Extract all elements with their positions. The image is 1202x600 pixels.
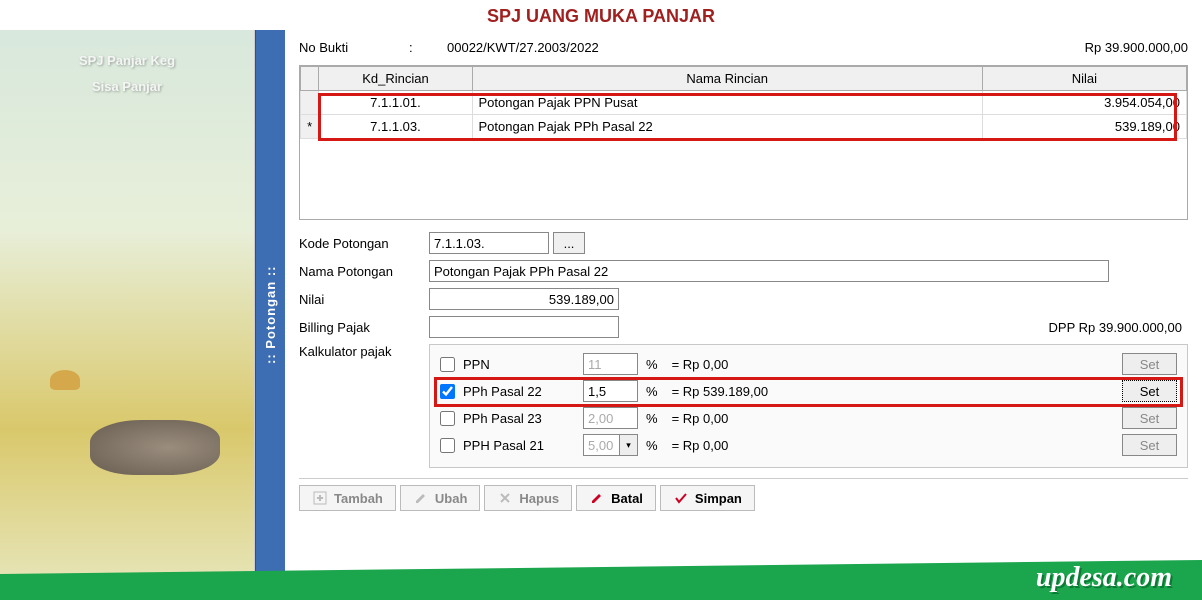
label-kode-potongan: Kode Potongan [299,236,429,251]
colon: : [409,40,429,55]
calc-row-pph23: PPh Pasal 23 % = Rp 0,00 Set [440,407,1177,429]
rate-pph21-input[interactable] [583,434,620,456]
batal-button[interactable]: Batal [576,485,656,511]
calc-row-pph21: PPH Pasal 21 ▾ % = Rp 0,00 Set [440,434,1177,456]
rate-ppn-input[interactable] [583,353,638,375]
checkbox-pph21[interactable] [440,438,455,453]
calc-row-ppn: PPN % = Rp 0,00 Set [440,353,1177,375]
percent-sign: % [646,357,658,372]
row-indicator: * [301,115,319,139]
rate-pph21-dropdown[interactable]: ▾ [620,434,638,456]
kalkulator-panel: PPN % = Rp 0,00 Set PPh Pasal 22 % = Rp … [429,344,1188,468]
decorative-illustration [30,340,224,480]
calc-result: = Rp 0,00 [672,411,862,426]
dpp-value: DPP Rp 39.900.000,00 [1049,320,1188,335]
label-kalkulator-pajak: Kalkulator pajak [299,344,429,468]
calc-name: PPh Pasal 23 [463,411,583,426]
col-indicator [301,67,319,91]
delete-icon [497,490,513,506]
cell-nama[interactable]: Potongan Pajak PPN Pusat [472,91,982,115]
cell-kd[interactable]: 7.1.1.01. [319,91,472,115]
percent-sign: % [646,438,658,453]
action-toolbar: Tambah Ubah Hapus Batal [299,478,1188,511]
kode-potongan-input[interactable] [429,232,549,254]
set-pph23-button[interactable]: Set [1122,407,1177,429]
checkbox-pph23[interactable] [440,411,455,426]
set-ppn-button[interactable]: Set [1122,353,1177,375]
ubah-button[interactable]: Ubah [400,485,481,511]
cell-nilai[interactable]: 3.954.054,00 [982,91,1186,115]
sidebar: SPJ Panjar Keg Sisa Panjar [0,30,255,600]
checkbox-pph22[interactable] [440,384,455,399]
calc-name: PPH Pasal 21 [463,438,583,453]
add-icon [312,490,328,506]
save-icon [673,490,689,506]
billing-pajak-input[interactable] [429,316,619,338]
col-kd-rincian[interactable]: Kd_Rincian [319,67,472,91]
potongan-grid[interactable]: Kd_Rincian Nama Rincian Nilai 7.1.1.01. … [299,65,1188,220]
cancel-icon [589,490,605,506]
percent-sign: % [646,384,658,399]
set-pph21-button[interactable]: Set [1122,434,1177,456]
calc-result: = Rp 0,00 [672,438,862,453]
cell-nilai[interactable]: 539.189,00 [982,115,1186,139]
calc-name: PPN [463,357,583,372]
cell-kd[interactable]: 7.1.1.03. [319,115,472,139]
sidebar-item-sisa[interactable]: Sisa Panjar [0,74,254,100]
calc-result: = Rp 539.189,00 [672,384,862,399]
checkbox-ppn[interactable] [440,357,455,372]
calc-row-pph22: PPh Pasal 22 % = Rp 539.189,00 Set [440,380,1177,402]
app-title: SPJ UANG MUKA PANJAR [0,0,1202,30]
calc-result: = Rp 0,00 [672,357,862,372]
col-nilai[interactable]: Nilai [982,67,1186,91]
label-billing-pajak: Billing Pajak [299,320,429,335]
calc-name: PPh Pasal 22 [463,384,583,399]
col-nama-rincian[interactable]: Nama Rincian [472,67,982,91]
table-row[interactable]: 7.1.1.01. Potongan Pajak PPN Pusat 3.954… [301,91,1187,115]
hapus-button[interactable]: Hapus [484,485,572,511]
percent-sign: % [646,411,658,426]
tambah-button[interactable]: Tambah [299,485,396,511]
sidebar-item-spj[interactable]: SPJ Panjar Keg [0,48,254,74]
tab-potongan[interactable]: :: Potongan :: [255,30,285,600]
nama-potongan-input[interactable] [429,260,1109,282]
rate-pph22-input[interactable] [583,380,638,402]
row-indicator [301,91,319,115]
table-row[interactable]: * 7.1.1.03. Potongan Pajak PPh Pasal 22 … [301,115,1187,139]
nilai-input[interactable] [429,288,619,310]
value-no-bukti: 00022/KWT/27.2003/2022 [447,40,1085,55]
label-nilai: Nilai [299,292,429,307]
label-nama-potongan: Nama Potongan [299,264,429,279]
header-amount: Rp 39.900.000,00 [1085,40,1188,55]
cell-nama[interactable]: Potongan Pajak PPh Pasal 22 [472,115,982,139]
simpan-button[interactable]: Simpan [660,485,755,511]
browse-kode-button[interactable]: ... [553,232,585,254]
label-no-bukti: No Bukti [299,40,409,55]
edit-icon [413,490,429,506]
rate-pph23-input[interactable] [583,407,638,429]
set-pph22-button[interactable]: Set [1122,380,1177,402]
